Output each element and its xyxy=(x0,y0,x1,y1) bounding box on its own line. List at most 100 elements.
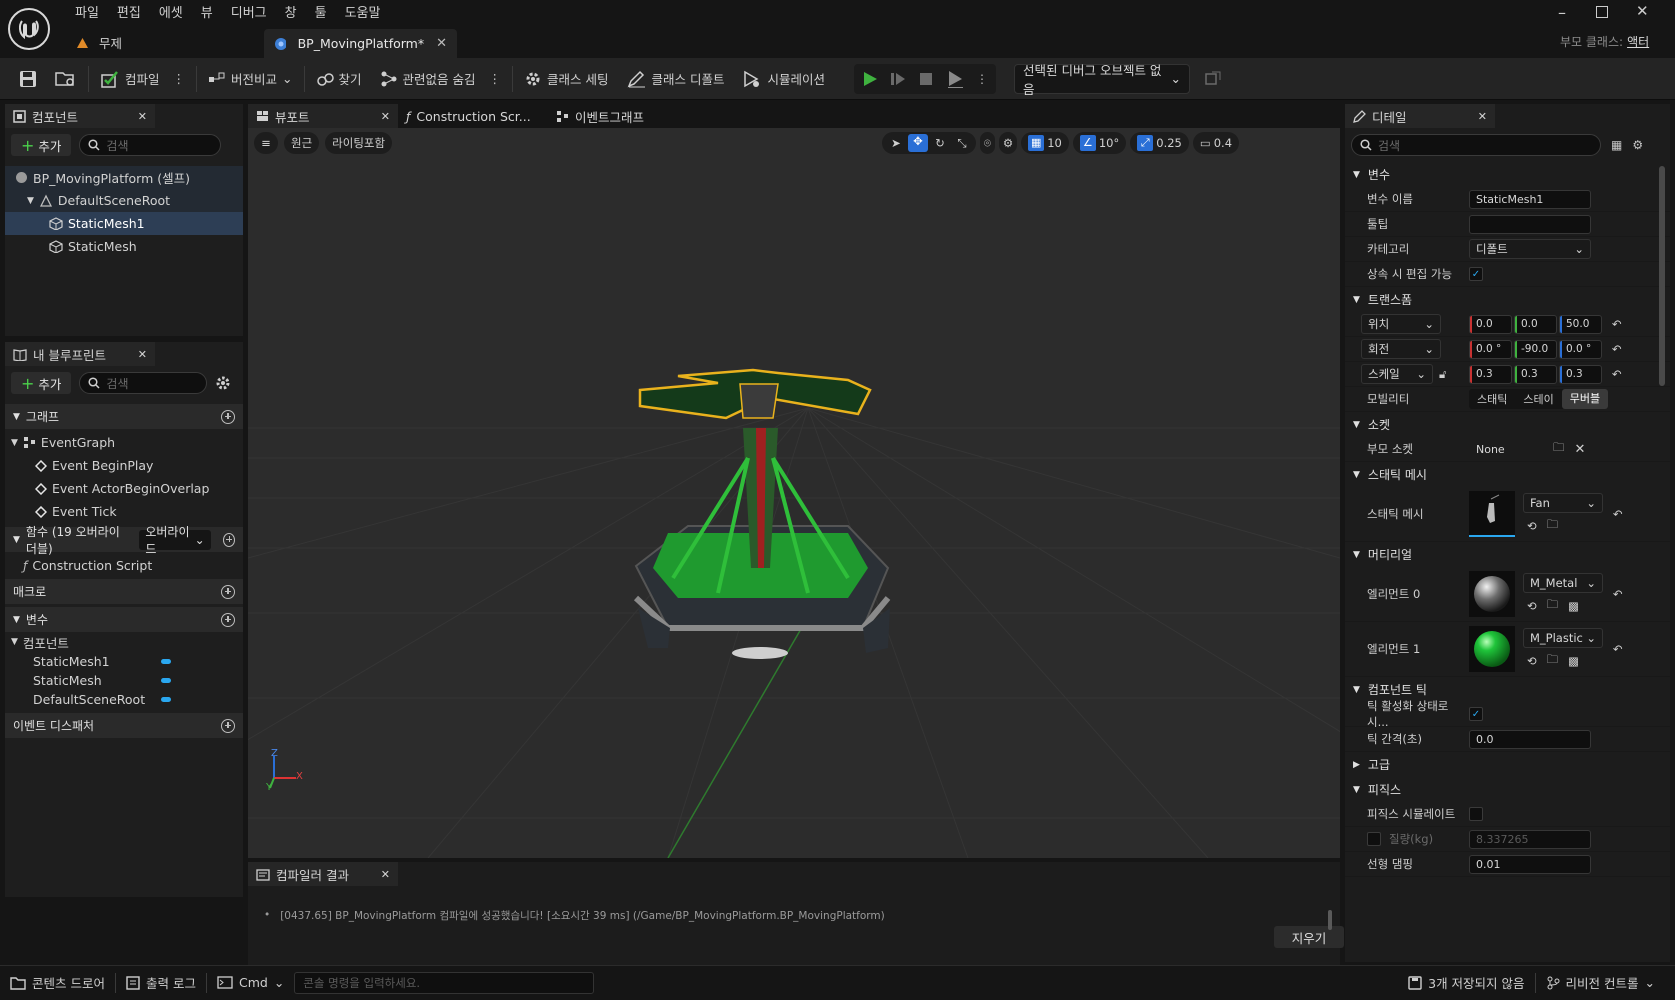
menu-debug[interactable]: 디버그 xyxy=(222,4,276,24)
scrollbar[interactable] xyxy=(1659,166,1665,386)
tree-item-staticmesh[interactable]: StaticMesh xyxy=(5,235,243,258)
surface-snap-icon[interactable]: ⚙ xyxy=(998,132,1018,154)
rotation-y[interactable]: -90.0 xyxy=(1514,339,1557,359)
simulate-physics-checkbox[interactable] xyxy=(1469,807,1483,821)
add-dispatcher-icon[interactable] xyxy=(221,718,235,733)
category-combo[interactable]: 디폴트 ⌄ xyxy=(1469,239,1591,259)
variable-item[interactable]: StaticMesh xyxy=(5,671,243,690)
mobility-movable[interactable]: 무버블 xyxy=(1561,389,1609,409)
mass-override-checkbox[interactable] xyxy=(1367,832,1381,846)
gear-icon[interactable] xyxy=(215,375,231,391)
use-selected-icon[interactable]: ⟲ xyxy=(1527,599,1537,613)
material-thumbnail[interactable] xyxy=(1469,626,1515,672)
location-x[interactable]: 0.0 xyxy=(1469,314,1512,334)
reset-icon[interactable]: ↶ xyxy=(1613,587,1623,601)
close-icon[interactable]: ✕ xyxy=(436,36,447,51)
editable-checkbox[interactable]: ✓ xyxy=(1469,267,1483,281)
clear-button[interactable]: 지우기 xyxy=(1274,926,1344,948)
add-member-button[interactable]: + 추가 xyxy=(11,372,72,394)
variable-item[interactable]: DefaultSceneRoot xyxy=(5,690,243,709)
details-search-input[interactable]: 검색 xyxy=(1351,134,1601,156)
tab-construction-script[interactable]: ƒ Construction Scr... xyxy=(398,104,548,128)
transform-section[interactable]: ▼ 트랜스폼 xyxy=(1345,287,1670,312)
scale-icon[interactable]: ⤡ xyxy=(952,136,972,151)
hamburger-menu-icon[interactable]: ≡ xyxy=(254,132,278,154)
browse-socket-icon[interactable]: 🗀 xyxy=(1553,440,1565,459)
menu-view[interactable]: 뷰 xyxy=(192,4,222,24)
reset-icon[interactable]: ↶ xyxy=(1612,367,1622,381)
close-icon[interactable]: ✕ xyxy=(381,868,390,881)
output-log-button[interactable]: 출력 로그 xyxy=(116,966,206,1000)
perspective-button[interactable]: 원근 xyxy=(284,132,320,154)
rotation-snap-button[interactable]: ∠ 10° xyxy=(1072,132,1127,154)
mobility-stationary[interactable]: 스테이 xyxy=(1515,391,1561,407)
components-search-input[interactable]: 검색 xyxy=(79,134,222,156)
reset-icon[interactable]: ↶ xyxy=(1612,317,1622,331)
macros-section[interactable]: 매크로 xyxy=(5,579,243,604)
location-combo[interactable]: 위치 ⌄ xyxy=(1361,314,1441,334)
debug-object-select[interactable]: 선택된 디버그 오브젝트 없음 ⌄ xyxy=(1014,63,1190,97)
move-icon[interactable]: ✥ xyxy=(908,134,928,152)
stop-icon[interactable] xyxy=(918,71,934,87)
add-macro-icon[interactable] xyxy=(221,584,235,599)
unsaved-button[interactable]: 3개 저장되지 않음 xyxy=(1398,966,1534,1000)
window-close-icon[interactable]: ✕ xyxy=(1636,2,1649,20)
tick-enabled-checkbox[interactable]: ✓ xyxy=(1469,707,1483,721)
menu-window[interactable]: 창 xyxy=(276,4,306,24)
find-button[interactable]: 찾기 xyxy=(309,63,369,95)
gear-icon[interactable]: ⚙ xyxy=(1632,138,1643,152)
debug-filter-icon[interactable] xyxy=(1204,70,1222,88)
compile-button[interactable]: 컴파일 ⋮ xyxy=(93,63,192,95)
scrollbar[interactable] xyxy=(1328,910,1332,930)
table-view-icon[interactable]: ▦ xyxy=(1611,138,1622,152)
revision-control-button[interactable]: 리비전 컨트롤 ⌄ xyxy=(1536,966,1675,1000)
compiler-results-tab[interactable]: 컴파일러 결과 ✕ xyxy=(248,862,398,886)
select-icon[interactable]: ➤ xyxy=(886,136,906,150)
rotation-combo[interactable]: 회전 ⌄ xyxy=(1361,339,1441,359)
rotation-x[interactable]: 0.0 ° xyxy=(1469,339,1512,359)
step-icon[interactable] xyxy=(890,71,906,87)
asset-tab[interactable]: BP_MovingPlatform* ✕ xyxy=(264,29,457,58)
components-tab[interactable]: 컴포넌트 ✕ xyxy=(5,104,155,128)
maximize-icon[interactable] xyxy=(1596,6,1608,18)
menu-file[interactable]: 파일 xyxy=(66,4,108,24)
rotate-icon[interactable]: ↻ xyxy=(930,136,950,150)
tree-item-staticmesh1[interactable]: StaticMesh1 xyxy=(5,212,243,235)
tree-item-defaultsceneroot[interactable]: ▼ DefaultSceneRoot xyxy=(5,189,243,212)
hide-unrelated-button[interactable]: 관련없음 숨김 ⋮ xyxy=(373,63,508,95)
tab-viewport[interactable]: 뷰포트 ✕ xyxy=(248,104,398,128)
lit-mode-button[interactable]: 라이팅포함 xyxy=(325,132,393,154)
details-tab[interactable]: 디테일 ✕ xyxy=(1345,104,1495,128)
simulation-button[interactable]: 시뮬레이션 xyxy=(735,63,832,95)
add-function-icon[interactable] xyxy=(222,532,235,547)
static-mesh-section[interactable]: ▼ 스태틱 메시 xyxy=(1345,462,1670,487)
scale-snap-button[interactable]: ⤢ 0.25 xyxy=(1130,132,1189,154)
material-edit-icon[interactable]: ▩ xyxy=(1568,599,1579,613)
clear-icon[interactable]: ✕ xyxy=(1575,442,1586,457)
add-variable-icon[interactable] xyxy=(221,612,235,627)
materials-section[interactable]: ▼ 머티리얼 xyxy=(1345,542,1670,567)
construction-script-item[interactable]: ƒ Construction Script xyxy=(5,554,243,577)
content-drawer-button[interactable]: 콘텐츠 드로어 xyxy=(0,966,115,1000)
use-selected-icon[interactable]: ⟲ xyxy=(1527,654,1537,668)
grid-snap-button[interactable]: ▦ 10 xyxy=(1021,132,1069,154)
scale-combo[interactable]: 스케일 ⌄ xyxy=(1361,364,1433,384)
menu-help[interactable]: 도움말 xyxy=(336,4,390,24)
cmd-button[interactable]: Cmd ⌄ xyxy=(207,966,294,1000)
physics-section[interactable]: ▼ 피직스 xyxy=(1345,777,1670,802)
add-component-button[interactable]: + 추가 xyxy=(11,134,72,156)
save-button[interactable] xyxy=(12,63,44,95)
eject-play-icon[interactable] xyxy=(946,70,964,88)
add-graph-icon[interactable] xyxy=(221,409,235,424)
override-dropdown[interactable]: 오버라이드 ⌄ xyxy=(139,525,211,556)
level-tab[interactable]: 무제 xyxy=(76,33,122,52)
browse-icon[interactable]: 🗀 xyxy=(1547,652,1559,671)
reset-icon[interactable]: ↶ xyxy=(1613,642,1623,656)
rotation-z[interactable]: 0.0 ° xyxy=(1559,339,1602,359)
graphs-section[interactable]: ▼ 그래프 xyxy=(5,404,243,429)
scale-z[interactable]: 0.3 xyxy=(1559,364,1602,384)
browse-icon[interactable]: 🗀 xyxy=(1547,517,1559,536)
event-item[interactable]: Event ActorBeginOverlap xyxy=(5,477,243,500)
sockets-section[interactable]: ▼ 소켓 xyxy=(1345,412,1670,437)
tree-item-self[interactable]: BP_MovingPlatform (셀프) xyxy=(5,166,243,189)
